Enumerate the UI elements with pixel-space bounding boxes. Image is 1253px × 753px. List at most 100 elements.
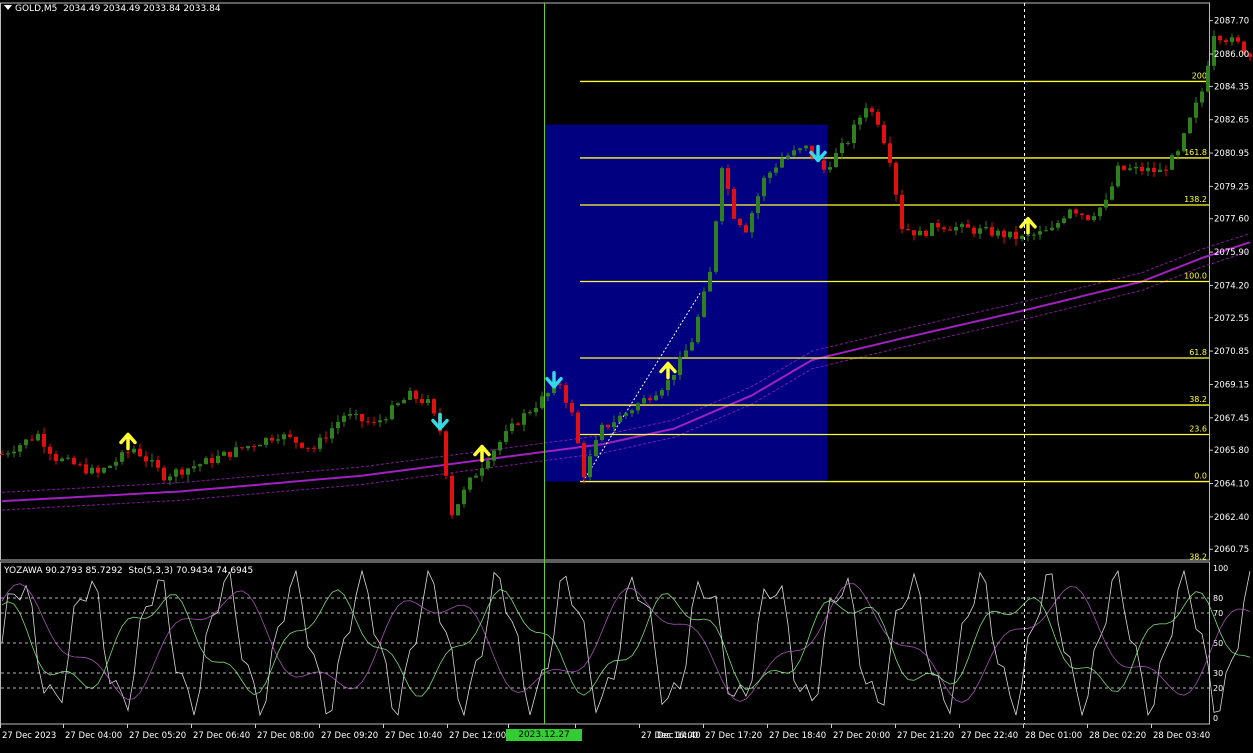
candle-body	[1224, 40, 1228, 43]
candle-body	[1026, 234, 1030, 236]
candle-body	[342, 415, 346, 422]
fib-extra-label: 38.2	[1189, 553, 1207, 562]
candle-body	[540, 396, 544, 408]
time-tick-label: 28 Dec 02:20	[1089, 731, 1146, 741]
price-tick-label: 2064.10	[1214, 480, 1249, 490]
candle-body	[630, 410, 634, 414]
price-tick-label: 2084.35	[1214, 82, 1249, 92]
osc-level-label: 80	[1213, 594, 1223, 603]
candle-body	[474, 475, 478, 478]
candle-body	[546, 393, 550, 397]
candle-body	[432, 399, 436, 414]
price-tick-label: 2082.65	[1214, 116, 1249, 126]
osc-level-label: 30	[1213, 669, 1223, 678]
candle-body	[300, 442, 304, 448]
candle-body	[348, 414, 352, 416]
candle-body	[492, 450, 496, 461]
candle-body	[504, 431, 508, 443]
candle-body	[1152, 167, 1156, 173]
candle-body	[558, 384, 562, 386]
fib-level-label: 138.2	[1184, 195, 1207, 204]
candle-body	[996, 230, 1000, 236]
candle-body	[132, 448, 136, 453]
candle-body	[1008, 231, 1012, 238]
symbol-header[interactable]: GOLD,M5 2034.49 2034.49 2033.84 2033.84	[4, 4, 221, 14]
time-tick-label: 27 Dec 12:00	[449, 731, 506, 741]
time-tick-label: 27 Dec 16:00	[641, 731, 698, 741]
candle-body	[744, 225, 748, 233]
candle-body	[564, 385, 568, 403]
candle-body	[594, 440, 598, 457]
candle-body	[486, 460, 490, 469]
candle-body	[462, 489, 466, 505]
candle-body	[228, 451, 232, 457]
symbol-name: GOLD,M5	[15, 4, 58, 14]
candle-body	[468, 477, 472, 490]
candle-body	[498, 442, 502, 451]
candle-body	[258, 444, 262, 447]
candle-body	[18, 445, 22, 452]
price-tick-label: 2077.60	[1214, 215, 1249, 225]
time-tick-label: 28 Dec 01:00	[1025, 731, 1082, 741]
candle-body	[324, 437, 328, 439]
fib-level-label: 100.0	[1184, 272, 1207, 281]
candle-body	[942, 227, 946, 230]
candle-body	[102, 467, 106, 473]
candle-body	[990, 227, 994, 236]
price-tick-label: 2067.45	[1214, 414, 1249, 424]
candle-body	[216, 455, 220, 464]
candle-body	[1182, 133, 1186, 152]
candle-body	[1020, 235, 1024, 239]
candle-body	[294, 436, 298, 443]
candle-body	[330, 428, 334, 439]
fib-level-label: 161.8	[1184, 148, 1207, 157]
candle-body	[174, 469, 178, 477]
candle-body	[192, 466, 196, 469]
candle-body	[126, 452, 130, 454]
candle-body	[66, 457, 70, 459]
candle-body	[582, 443, 586, 478]
candle-body	[414, 390, 418, 399]
price-chart[interactable]: 0.023.638.261.8100.0138.2161.820038.2 10…	[0, 0, 1253, 744]
candle-body	[672, 374, 676, 380]
candle-body	[912, 230, 916, 236]
candle-body	[366, 421, 370, 423]
candle-body	[528, 412, 532, 414]
candle-body	[198, 464, 202, 467]
time-tick-label: 27 Dec 22:40	[961, 731, 1018, 741]
candle-body	[954, 226, 958, 231]
candle-body	[312, 447, 316, 449]
price-tick-label: 2060.75	[1214, 545, 1249, 555]
candle-body	[84, 464, 88, 474]
candle-body	[456, 504, 460, 516]
candle-body	[1206, 65, 1210, 92]
candle-body	[336, 421, 340, 429]
candle-body	[1218, 36, 1222, 41]
candle-body	[288, 434, 292, 437]
fib-level-label: 38.2	[1189, 395, 1207, 404]
blue-zone-rect	[545, 124, 827, 482]
candle-body	[318, 437, 322, 449]
time-tick-label: 27 Dec 20:00	[833, 731, 890, 741]
candle-body	[606, 424, 610, 428]
candle-body	[252, 446, 256, 448]
candle-body	[1200, 91, 1204, 103]
candle-body	[108, 465, 112, 468]
candle-body	[570, 402, 574, 413]
candle-body	[714, 221, 718, 272]
sell-arrow-icon	[431, 412, 449, 431]
candle-body	[1002, 230, 1006, 238]
candle-body	[960, 224, 964, 227]
candle-body	[726, 168, 730, 190]
candle-body	[276, 439, 280, 441]
candle-body	[864, 108, 868, 118]
buy-arrow-icon	[119, 432, 137, 451]
candle-body	[870, 108, 874, 112]
candle-body	[48, 446, 52, 454]
candle-body	[696, 316, 700, 343]
time-axis: 27 Dec 2023 27 Dec 04:00 27 Dec 05:20 27 De…	[0, 724, 1210, 741]
candle-body	[54, 453, 58, 462]
dropdown-icon[interactable]	[4, 5, 12, 10]
candle-body	[642, 398, 646, 404]
candle-body	[1110, 186, 1114, 200]
